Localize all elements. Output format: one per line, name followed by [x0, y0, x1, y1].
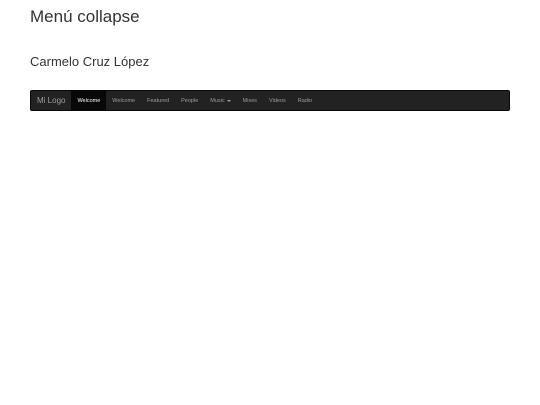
nav-item-label: Radio — [297, 97, 313, 104]
navbar-brand[interactable]: Mi Logo — [31, 91, 71, 110]
nav-item-people[interactable]: People — [175, 91, 204, 110]
page: Menú collapse Carmelo Cruz López Mi Logo… — [0, 0, 540, 405]
nav-item-music-dropdown[interactable]: Music — [204, 91, 236, 110]
nav-item-label: People — [181, 97, 199, 104]
nav-item-label: Music — [210, 97, 225, 104]
nav-item-label: Videos — [269, 97, 286, 104]
nav-item-videos[interactable]: Videos — [263, 91, 292, 110]
nav-item-welcome[interactable]: Welcome — [106, 91, 141, 110]
nav-item-welcome-active[interactable]: Welcome — [71, 91, 107, 110]
navbar: Mi Logo Welcome Welcome Featured People … — [30, 90, 510, 111]
nav-item-label: Welcome — [77, 97, 101, 104]
nav-item-label: Welcome — [112, 97, 136, 104]
nav-item-featured[interactable]: Featured — [141, 91, 175, 110]
navbar-menu: Welcome Welcome Featured People Music Mi… — [71, 91, 318, 110]
nav-item-label: Featured — [147, 97, 170, 104]
nav-item-label: Mixes — [242, 97, 258, 104]
author-name: Carmelo Cruz López — [30, 54, 150, 69]
caret-down-icon — [226, 99, 231, 102]
nav-item-radio[interactable]: Radio — [292, 91, 318, 110]
nav-item-mixes[interactable]: Mixes — [237, 91, 263, 110]
page-title: Menú collapse — [30, 7, 140, 26]
